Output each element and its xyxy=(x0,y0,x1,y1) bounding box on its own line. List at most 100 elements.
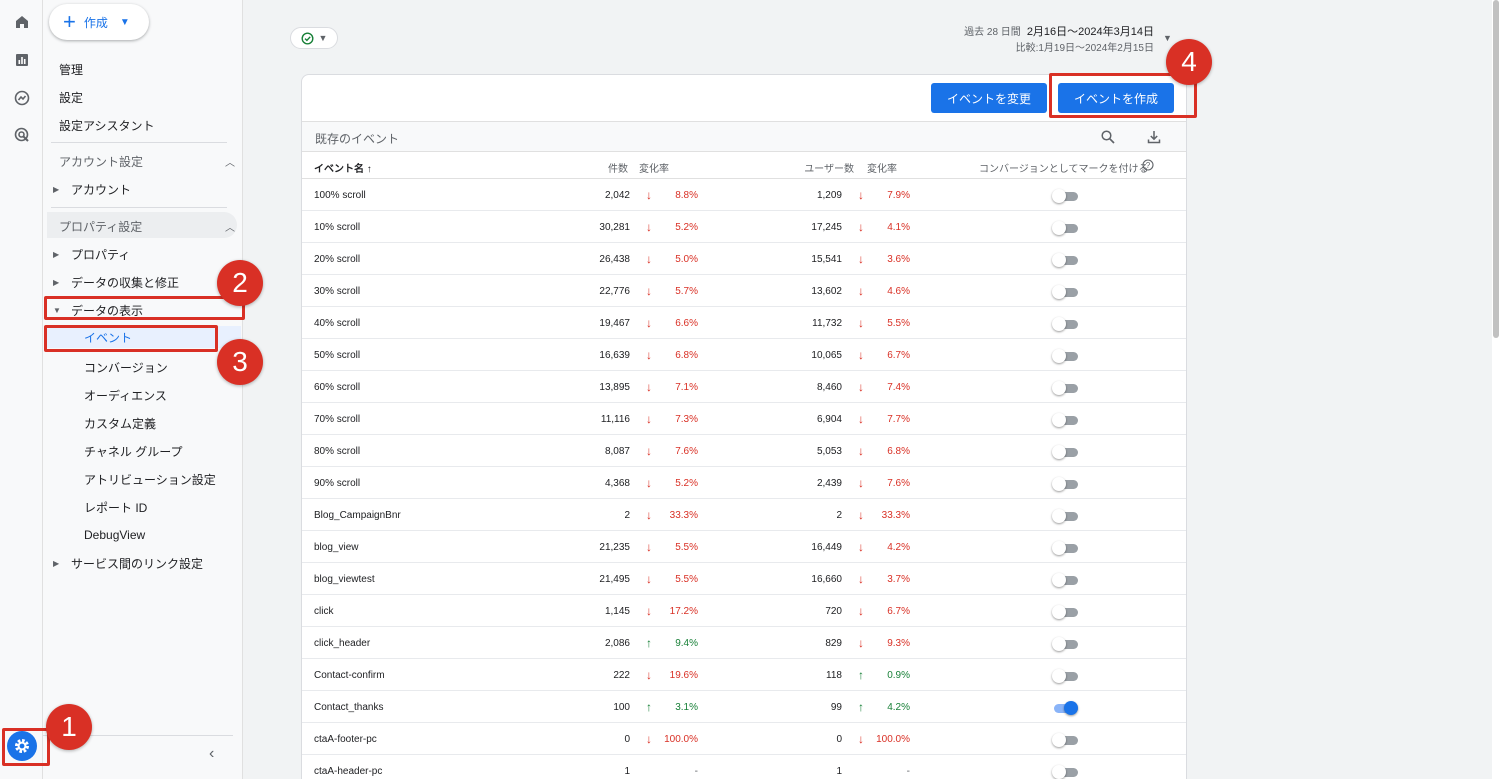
event-name[interactable]: 90% scroll xyxy=(314,478,360,489)
caret-down-icon[interactable]: ▼ xyxy=(1163,33,1172,43)
date-range-picker[interactable]: 過去 28 日間 2月16日～2024年3月14日 比較:1月19日～2024年2… xyxy=(964,24,1154,57)
conversion-toggle[interactable] xyxy=(1052,189,1078,203)
collapse-sidebar-icon[interactable]: ‹ xyxy=(209,745,214,763)
search-icon[interactable] xyxy=(1099,128,1117,146)
conversion-toggle[interactable] xyxy=(1052,669,1078,683)
event-name[interactable]: 80% scroll xyxy=(314,446,360,457)
page-scrollbar[interactable] xyxy=(1492,0,1500,779)
conversion-toggle[interactable] xyxy=(1052,445,1078,459)
sub-item-custom-definitions[interactable]: カスタム定義 xyxy=(84,415,156,432)
event-name[interactable]: ctaA-footer-pc xyxy=(314,734,377,745)
column-header-name[interactable]: イベント名 ↑ xyxy=(314,160,372,175)
conversion-toggle[interactable] xyxy=(1052,221,1078,235)
create-button[interactable]: + 作成 ▼ xyxy=(49,4,149,40)
conversion-toggle[interactable] xyxy=(1052,701,1078,715)
conversion-toggle[interactable] xyxy=(1052,285,1078,299)
user-count: 99 xyxy=(830,702,842,713)
event-name[interactable]: 60% scroll xyxy=(314,382,360,393)
event-name[interactable]: Contact-confirm xyxy=(314,670,385,681)
table-row[interactable]: click_header 2,086 ↑ 9.4% 829 ↓ 9.3% xyxy=(302,627,1186,659)
table-row[interactable]: ctaA-footer-pc 0 ↓ 100.0% 0 ↓ 100.0% xyxy=(302,723,1186,755)
event-count: 4,368 xyxy=(604,478,630,489)
event-name[interactable]: 10% scroll xyxy=(314,222,360,233)
conversion-toggle[interactable] xyxy=(1052,765,1078,779)
event-name[interactable]: click xyxy=(314,606,333,617)
event-name[interactable]: Blog_CampaignBnr xyxy=(314,510,401,521)
sub-item-audiences[interactable]: オーディエンス xyxy=(84,387,167,404)
conversion-toggle[interactable] xyxy=(1052,253,1078,267)
table-row[interactable]: 100% scroll 2,042 ↓ 8.8% 1,209 ↓ 7.9% xyxy=(302,179,1186,211)
event-name[interactable]: 100% scroll xyxy=(314,190,366,201)
event-name[interactable]: Contact_thanks xyxy=(314,702,384,713)
event-count: 21,495 xyxy=(599,574,630,585)
event-name[interactable]: 20% scroll xyxy=(314,254,360,265)
table-row[interactable]: 90% scroll 4,368 ↓ 5.2% 2,439 ↓ 7.6% xyxy=(302,467,1186,499)
event-name[interactable]: 50% scroll xyxy=(314,350,360,361)
advertising-icon[interactable] xyxy=(12,125,32,145)
user-count: 16,660 xyxy=(811,574,842,585)
conversion-toggle[interactable] xyxy=(1052,573,1078,587)
event-name[interactable]: 40% scroll xyxy=(314,318,360,329)
help-icon[interactable]: ? xyxy=(1142,159,1154,174)
table-row[interactable]: blog_viewtest 21,495 ↓ 5.5% 16,660 ↓ 3.7% xyxy=(302,563,1186,595)
nav-setup-assistant[interactable]: 設定アシスタント xyxy=(59,117,155,134)
divider xyxy=(51,207,227,208)
tree-item-service-links[interactable]: ▶ サービス間のリンク設定 xyxy=(53,555,203,572)
sub-item-channel-groups[interactable]: チャネル グループ xyxy=(84,443,183,460)
tree-item-property[interactable]: ▶ プロパティ xyxy=(53,246,130,263)
column-header-users[interactable]: ユーザー数 xyxy=(792,160,854,175)
table-row[interactable]: ctaA-header-pc 1 - 1 - xyxy=(302,755,1186,779)
conversion-toggle[interactable] xyxy=(1052,413,1078,427)
tree-item-data-collection[interactable]: ▶ データの収集と修正 xyxy=(53,274,179,291)
status-chip[interactable]: ▼ xyxy=(290,27,338,49)
table-row[interactable]: click 1,145 ↓ 17.2% 720 ↓ 6.7% xyxy=(302,595,1186,627)
user-count: 1 xyxy=(836,766,842,777)
sub-item-report-id[interactable]: レポート ID xyxy=(84,499,147,516)
table-row[interactable]: 10% scroll 30,281 ↓ 5.2% 17,245 ↓ 4.1% xyxy=(302,211,1186,243)
section-account-settings[interactable]: アカウント設定 ︿ xyxy=(59,153,235,170)
conversion-toggle[interactable] xyxy=(1052,637,1078,651)
section-property-settings[interactable]: プロパティ設定 ︿ xyxy=(59,218,235,235)
table-row[interactable]: 30% scroll 22,776 ↓ 5.7% 13,602 ↓ 4.6% xyxy=(302,275,1186,307)
sub-item-debugview[interactable]: DebugView xyxy=(84,528,145,542)
home-icon[interactable] xyxy=(12,12,32,32)
table-row[interactable]: Blog_CampaignBnr 2 ↓ 33.3% 2 ↓ 33.3% xyxy=(302,499,1186,531)
conversion-toggle[interactable] xyxy=(1052,381,1078,395)
table-row[interactable]: 40% scroll 19,467 ↓ 6.6% 11,732 ↓ 5.5% xyxy=(302,307,1186,339)
event-name[interactable]: 70% scroll xyxy=(314,414,360,425)
table-row[interactable]: Contact_thanks 100 ↑ 3.1% 99 ↑ 4.2% xyxy=(302,691,1186,723)
sub-item-conversions[interactable]: コンバージョン xyxy=(84,359,168,376)
table-row[interactable]: 50% scroll 16,639 ↓ 6.8% 10,065 ↓ 6.7% xyxy=(302,339,1186,371)
nav-admin[interactable]: 管理 xyxy=(59,61,83,78)
reports-icon[interactable] xyxy=(12,50,32,70)
conversion-toggle[interactable] xyxy=(1052,317,1078,331)
conversion-toggle[interactable] xyxy=(1052,541,1078,555)
user-count: 15,541 xyxy=(811,254,842,265)
conversion-toggle[interactable] xyxy=(1052,733,1078,747)
table-row[interactable]: 80% scroll 8,087 ↓ 7.6% 5,053 ↓ 6.8% xyxy=(302,435,1186,467)
event-name[interactable]: click_header xyxy=(314,638,370,649)
conversion-toggle[interactable] xyxy=(1052,477,1078,491)
table-row[interactable]: 60% scroll 13,895 ↓ 7.1% 8,460 ↓ 7.4% xyxy=(302,371,1186,403)
conversion-toggle[interactable] xyxy=(1052,349,1078,363)
explore-icon[interactable] xyxy=(12,88,32,108)
event-count: 22,776 xyxy=(599,286,630,297)
conversion-toggle[interactable] xyxy=(1052,605,1078,619)
scrollbar-thumb[interactable] xyxy=(1493,0,1499,338)
event-name[interactable]: 30% scroll xyxy=(314,286,360,297)
column-header-count[interactable]: 件数 xyxy=(592,160,628,175)
table-row[interactable]: 70% scroll 11,116 ↓ 7.3% 6,904 ↓ 7.7% xyxy=(302,403,1186,435)
conversion-toggle[interactable] xyxy=(1052,509,1078,523)
user-count: 1,209 xyxy=(816,190,842,201)
sub-item-attribution-settings[interactable]: アトリビューション設定 xyxy=(84,471,216,488)
table-row[interactable]: Contact-confirm 222 ↓ 19.6% 118 ↑ 0.9% xyxy=(302,659,1186,691)
table-row[interactable]: blog_view 21,235 ↓ 5.5% 16,449 ↓ 4.2% xyxy=(302,531,1186,563)
tree-item-account[interactable]: ▶ アカウント xyxy=(53,181,131,198)
event-name[interactable]: blog_view xyxy=(314,542,358,553)
modify-event-button[interactable]: イベントを変更 xyxy=(931,83,1047,113)
event-name[interactable]: ctaA-header-pc xyxy=(314,766,382,777)
nav-settings[interactable]: 設定 xyxy=(59,89,83,106)
table-row[interactable]: 20% scroll 26,438 ↓ 5.0% 15,541 ↓ 3.6% xyxy=(302,243,1186,275)
download-icon[interactable] xyxy=(1145,128,1163,146)
event-name[interactable]: blog_viewtest xyxy=(314,574,375,585)
